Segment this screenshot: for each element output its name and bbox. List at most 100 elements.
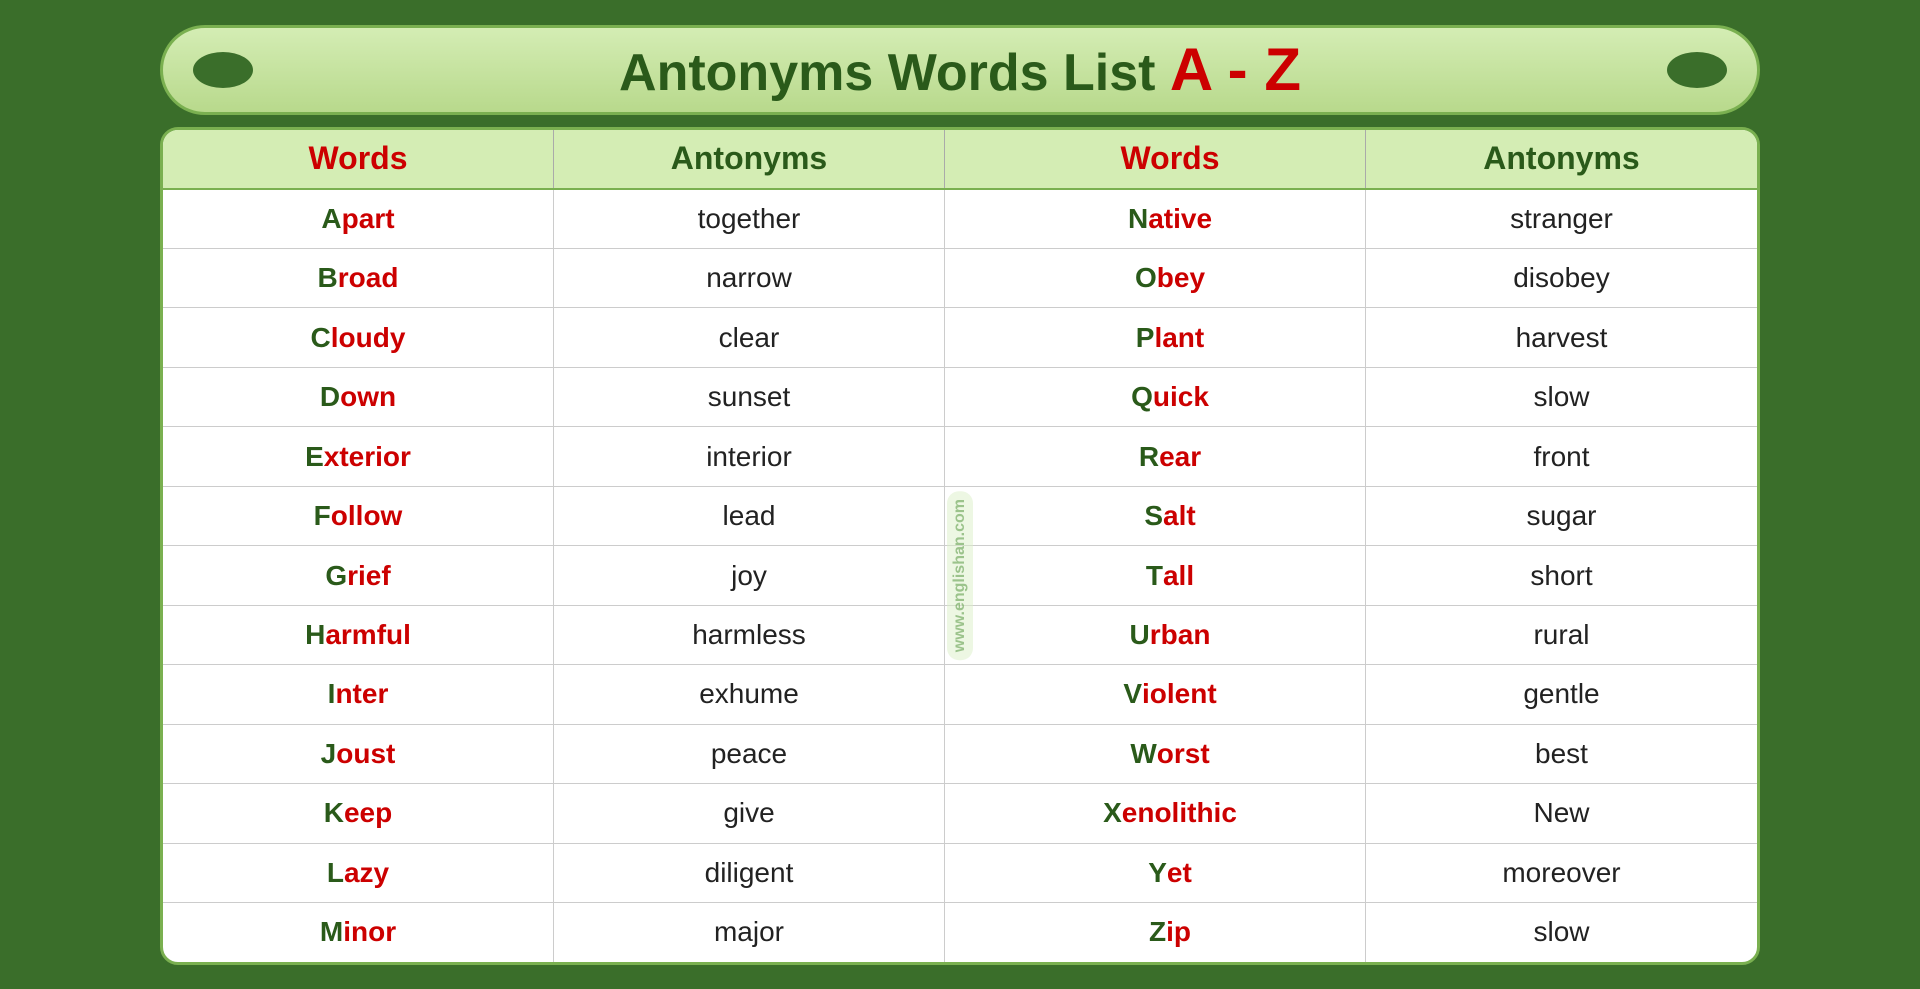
antonym-left: together — [554, 190, 945, 248]
word-first-letter: P — [1136, 322, 1155, 354]
antonym-right: harvest — [1366, 308, 1757, 366]
word-first-letter: J — [321, 738, 337, 770]
antonym-right: New — [1366, 784, 1757, 842]
word-left: Exterior — [163, 427, 554, 485]
header-bar: Antonyms Words List A - Z — [160, 25, 1760, 115]
word-first-letter: E — [305, 441, 324, 473]
word-left: Broad — [163, 249, 554, 307]
word-first-letter: H — [305, 619, 325, 651]
word-rest-letters: ollow — [331, 500, 403, 532]
title-main: Antonyms Words List — [619, 44, 1170, 102]
word-left: Inter — [163, 665, 554, 723]
word-left: Down — [163, 368, 554, 426]
word-right: Urban — [975, 606, 1366, 664]
table-container: Words Antonyms Words Antonyms www.englis… — [160, 127, 1760, 965]
word-rest-letters: rban — [1150, 619, 1211, 651]
word-rest-letters: alt — [1163, 500, 1196, 532]
word-right: Violent — [975, 665, 1366, 723]
word-rest-letters: ear — [1159, 441, 1201, 473]
antonym-left: clear — [554, 308, 945, 366]
word-rest-letters: road — [338, 262, 399, 294]
word-left: Harmful — [163, 606, 554, 664]
word-first-letter: G — [325, 560, 347, 592]
word-rest-letters: iolent — [1142, 678, 1217, 710]
word-first-letter: M — [320, 916, 343, 948]
word-first-letter: O — [1135, 262, 1157, 294]
word-rest-letters: bey — [1157, 262, 1205, 294]
word-left: Minor — [163, 903, 554, 961]
antonym-left: diligent — [554, 844, 945, 902]
word-first-letter: X — [1103, 797, 1122, 829]
antonym-left: peace — [554, 725, 945, 783]
word-left: Joust — [163, 725, 554, 783]
word-rest-letters: nter — [335, 678, 388, 710]
word-first-letter: I — [328, 678, 336, 710]
word-first-letter: Q — [1131, 381, 1153, 413]
word-first-letter: U — [1130, 619, 1150, 651]
word-rest-letters: loudy — [331, 322, 406, 354]
word-rest-letters: all — [1163, 560, 1194, 592]
col-antonyms-left: Antonyms — [554, 130, 945, 188]
word-first-letter: L — [327, 857, 344, 889]
word-rest-letters: oust — [336, 738, 395, 770]
antonym-right: best — [1366, 725, 1757, 783]
word-rest-letters: enolithic — [1122, 797, 1237, 829]
antonym-left: narrow — [554, 249, 945, 307]
word-left: Cloudy — [163, 308, 554, 366]
word-rest-letters: ip — [1166, 916, 1191, 948]
word-first-letter: V — [1123, 678, 1142, 710]
word-rest-letters: lant — [1154, 322, 1204, 354]
antonym-right: front — [1366, 427, 1757, 485]
col-spacer — [945, 130, 975, 188]
word-left: Apart — [163, 190, 554, 248]
word-right: Yet — [975, 844, 1366, 902]
antonym-left: give — [554, 784, 945, 842]
word-rest-letters: orst — [1157, 738, 1210, 770]
word-first-letter: K — [324, 797, 344, 829]
column-headers: Words Antonyms Words Antonyms — [163, 130, 1757, 190]
word-first-letter: R — [1139, 441, 1159, 473]
data-rows: www.englishan.com Apart together Native … — [163, 190, 1757, 962]
word-left: Lazy — [163, 844, 554, 902]
header-oval-left — [193, 52, 253, 88]
page-container: Antonyms Words List A - Z Words Antonyms… — [50, 25, 1870, 965]
antonym-right: disobey — [1366, 249, 1757, 307]
word-rest-letters: rief — [347, 560, 391, 592]
antonym-left: sunset — [554, 368, 945, 426]
col-words-left: Words — [163, 130, 554, 188]
antonym-left: harmless — [554, 606, 945, 664]
antonym-left: joy — [554, 546, 945, 604]
title-az: A - Z — [1170, 36, 1301, 103]
word-rest-letters: ative — [1148, 203, 1212, 235]
antonym-left: major — [554, 903, 945, 961]
word-rest-letters: armful — [325, 619, 411, 651]
antonym-left: exhume — [554, 665, 945, 723]
word-rest-letters: azy — [344, 857, 389, 889]
word-first-letter: N — [1128, 203, 1148, 235]
word-first-letter: S — [1144, 500, 1163, 532]
word-right: Xenolithic — [975, 784, 1366, 842]
col-words-right: Words — [975, 130, 1366, 188]
word-first-letter: F — [314, 500, 331, 532]
word-rest-letters: et — [1167, 857, 1192, 889]
word-right: Salt — [975, 487, 1366, 545]
word-rest-letters: inor — [343, 916, 396, 948]
watermark-text: www.englishan.com — [947, 491, 973, 660]
word-right: Rear — [975, 427, 1366, 485]
word-first-letter: Z — [1149, 916, 1166, 948]
word-rest-letters: eep — [344, 797, 392, 829]
word-first-letter: W — [1130, 738, 1156, 770]
word-rest-letters: xterior — [324, 441, 411, 473]
word-left: Follow — [163, 487, 554, 545]
word-first-letter: T — [1146, 560, 1163, 592]
word-first-letter: A — [321, 203, 341, 235]
header-oval-right — [1667, 52, 1727, 88]
word-rest-letters: uick — [1153, 381, 1209, 413]
word-first-letter: D — [320, 381, 340, 413]
antonym-right: short — [1366, 546, 1757, 604]
watermark: www.englishan.com — [945, 190, 975, 962]
word-right: Native — [975, 190, 1366, 248]
word-first-letter: B — [318, 262, 338, 294]
antonym-right: slow — [1366, 368, 1757, 426]
antonym-right: slow — [1366, 903, 1757, 961]
